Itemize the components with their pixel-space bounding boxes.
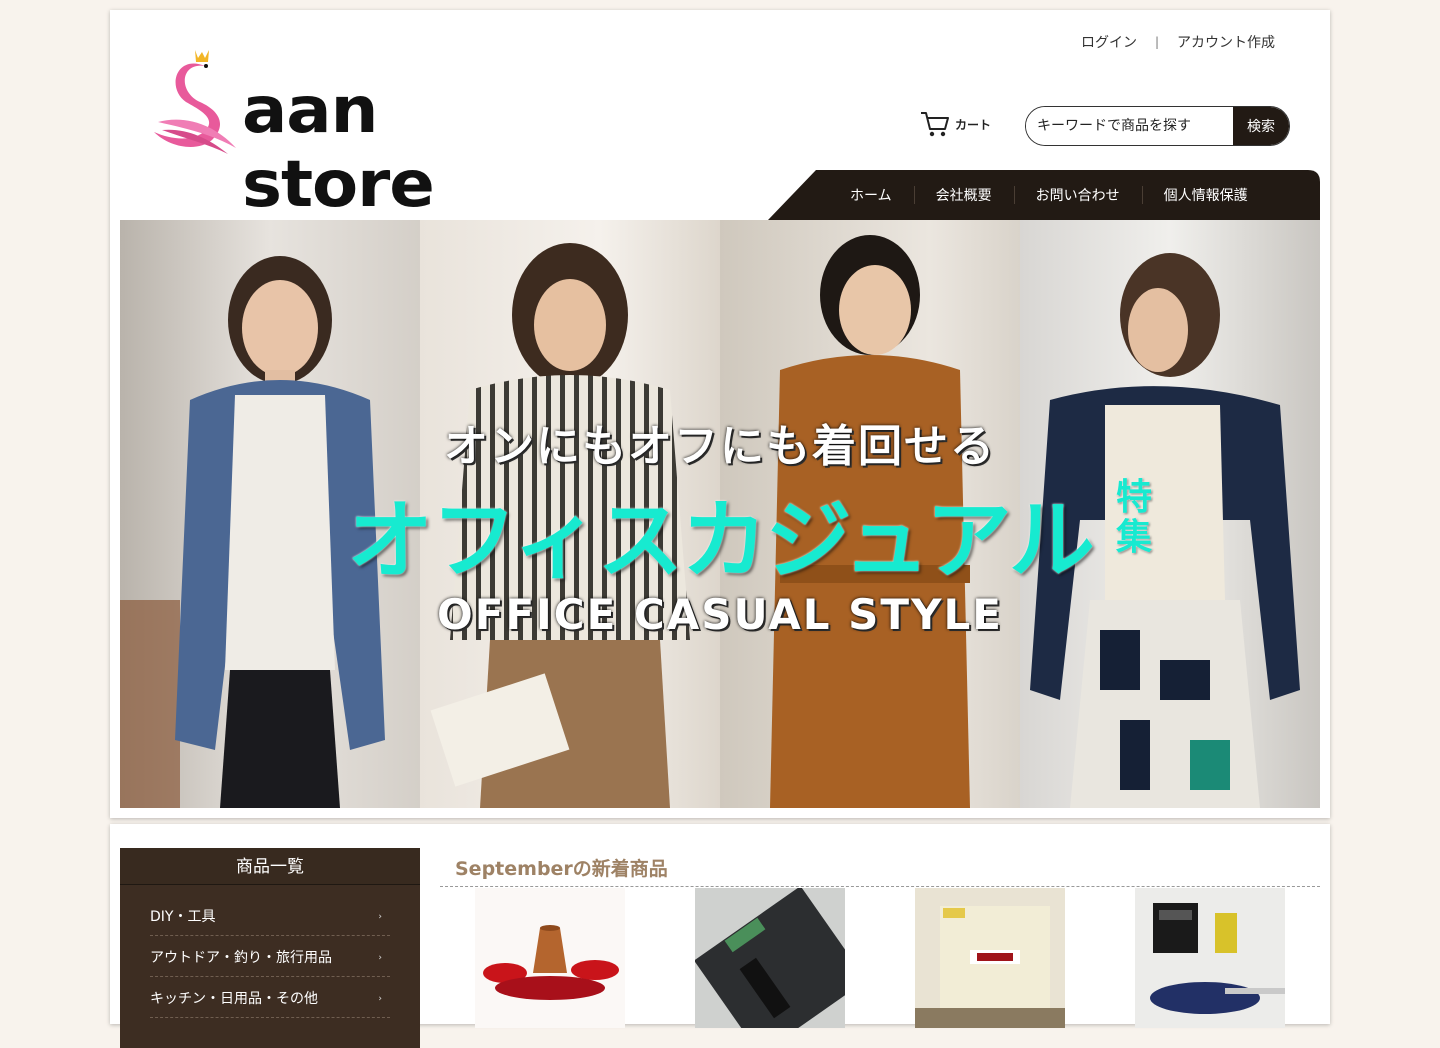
- sidebar-title: 商品一覧: [120, 848, 420, 885]
- sidebar-item-kitchen[interactable]: キッチン・日用品・その他 ›: [150, 977, 390, 1018]
- sidebar-item-diy[interactable]: DIY・工具 ›: [150, 895, 390, 936]
- sidebar-item-label: キッチン・日用品・その他: [150, 991, 318, 1007]
- chevron-right-icon: ›: [378, 912, 382, 922]
- site-logo[interactable]: aan store: [150, 44, 550, 222]
- search-input[interactable]: [1026, 107, 1233, 145]
- product-thumb-4[interactable]: [1135, 888, 1285, 1028]
- content-sheet: 商品一覧 DIY・工具 › アウトドア・釣り・旅行用品 › キッチン・日用品・その他…: [110, 824, 1330, 1048]
- section-divider: [440, 886, 1320, 887]
- hero-banner[interactable]: オンにもオフにも着回せる オフィスカジュアル 特 集 OFFICE CASUAL…: [120, 220, 1320, 808]
- account-links: ログイン | アカウント作成: [1081, 32, 1275, 52]
- category-sidebar: 商品一覧 DIY・工具 › アウトドア・釣り・旅行用品 › キッチン・日用品・その他…: [120, 848, 420, 1048]
- hero-subtitle: OFFICE CASUAL STYLE: [437, 590, 1003, 639]
- product-thumb-3[interactable]: [915, 888, 1065, 1028]
- signup-link[interactable]: アカウント作成: [1177, 32, 1275, 52]
- nav-item-privacy[interactable]: 個人情報保護: [1141, 170, 1270, 220]
- product-thumb-2[interactable]: [695, 888, 845, 1028]
- sidebar-item-label: アウトドア・釣り・旅行用品: [150, 950, 332, 966]
- chevron-right-icon: ›: [378, 953, 382, 963]
- swan-logo-icon: [154, 50, 236, 154]
- search-form: 検索: [1025, 106, 1290, 146]
- hero-suffix-2: 集: [1116, 517, 1153, 558]
- chevron-right-icon: ›: [378, 994, 382, 1004]
- header-sheet: ログイン | アカウント作成 aan store カート 検索 ホーム 会: [110, 10, 1330, 818]
- nav-item-contact[interactable]: お問い合わせ: [1013, 170, 1142, 220]
- cart-button[interactable]: カート: [920, 110, 991, 138]
- main-nav: ホーム 会社概要 お問い合わせ 個人情報保護: [768, 170, 1320, 220]
- cart-icon: [921, 112, 949, 137]
- hero-headline-2-suffix: 特 集: [1116, 478, 1152, 558]
- sidebar-item-label: DIY・工具: [150, 909, 216, 925]
- login-link[interactable]: ログイン: [1081, 32, 1137, 52]
- cart-label: カート: [955, 117, 992, 132]
- sidebar-item-outdoor[interactable]: アウトドア・釣り・旅行用品 ›: [150, 936, 390, 977]
- search-button[interactable]: 検索: [1233, 107, 1289, 145]
- nav-item-home[interactable]: ホーム: [828, 170, 914, 220]
- new-arrivals-title: Septemberの新着商品: [455, 858, 668, 880]
- nav-item-company[interactable]: 会社概要: [913, 170, 1014, 220]
- logo-text: aan store: [242, 74, 435, 222]
- hero-headline-1: オンにもオフにも着回せる: [444, 421, 996, 472]
- link-separator: |: [1154, 35, 1159, 49]
- product-thumb-1[interactable]: [475, 888, 625, 1028]
- hero-suffix-1: 特: [1116, 477, 1153, 518]
